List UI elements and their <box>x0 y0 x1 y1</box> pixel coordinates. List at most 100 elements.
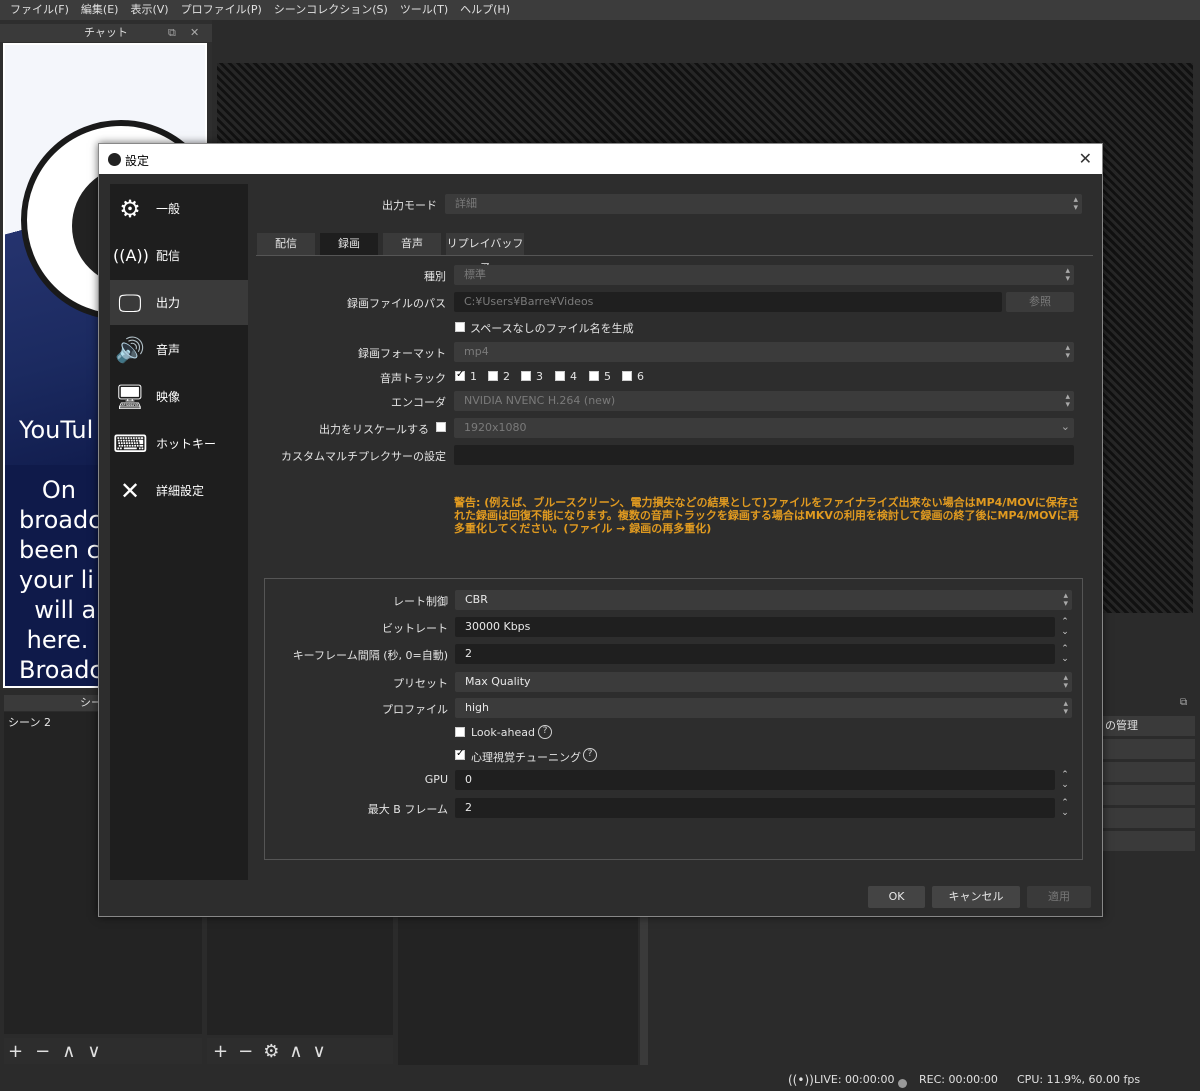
move-down-icon[interactable]: ∨ <box>87 1041 100 1062</box>
speaker-icon: 🔊 <box>115 335 145 364</box>
gear-icon[interactable]: ⚙ <box>263 1041 279 1062</box>
tab-recording[interactable]: 録画 <box>320 233 378 255</box>
updown-icon: ▴ ▾ <box>1073 195 1078 213</box>
encoder-select[interactable]: NVIDIA NVENC H.264 (new) ▴ ▾ <box>454 391 1074 411</box>
right-dock-item[interactable] <box>1103 808 1195 828</box>
monitor-icon: 🖥 <box>114 382 146 411</box>
gpu-input[interactable]: 0 <box>455 770 1055 790</box>
live-signal-icon: ((•)) <box>788 1073 814 1087</box>
bitrate-stepper[interactable]: ⌃ ⌄ <box>1057 617 1073 637</box>
tab-replay-buffer[interactable]: リプレイバッファ <box>446 233 524 272</box>
preset-label: プリセット <box>393 677 448 690</box>
menu-tools[interactable]: ツール(T) <box>394 0 454 20</box>
settings-sidebar: ⚙ 一般 ((A)) 配信 🖵 出力 🔊 音声 🖥 映像 ⌨ ホットキー ✕ 詳… <box>110 184 248 880</box>
browse-button[interactable]: 参照 <box>1006 292 1074 312</box>
gpu-label: GPU <box>424 773 448 786</box>
scene-toolbar: + − ∧ ∨ <box>4 1038 202 1064</box>
bframes-input[interactable]: 2 <box>455 798 1055 818</box>
track-5-checkbox[interactable] <box>589 371 599 381</box>
track-6-label: 6 <box>637 370 644 383</box>
type-select[interactable]: 標準 ▴ ▾ <box>454 265 1074 285</box>
psycho-visual-label: 心理視覚チューニング <box>471 751 581 764</box>
move-up-icon[interactable]: ∧ <box>289 1041 302 1062</box>
mixer-scrollbar[interactable] <box>640 915 648 1065</box>
psycho-visual-checkbox[interactable] <box>455 748 465 760</box>
menu-help[interactable]: ヘルプ(H) <box>454 0 516 20</box>
gear-icon: ⚙ <box>119 194 141 223</box>
gpu-stepper[interactable]: ⌃ ⌄ <box>1057 770 1073 790</box>
updown-icon: ▴ ▾ <box>1063 699 1068 717</box>
cancel-button[interactable]: キャンセル <box>932 886 1020 908</box>
tab-stream[interactable]: 配信 <box>257 233 315 255</box>
no-space-checkbox[interactable] <box>455 322 465 332</box>
help-icon[interactable]: ? <box>538 725 552 739</box>
help-icon[interactable]: ? <box>583 748 597 762</box>
right-dock-item[interactable] <box>1103 762 1195 782</box>
status-bar: ((•)) LIVE: 00:00:00 REC: 00:00:00 CPU: … <box>0 1068 1200 1091</box>
add-icon[interactable]: + <box>213 1041 228 1062</box>
close-dock-icon[interactable]: ✕ <box>190 24 199 42</box>
right-dock-item[interactable] <box>1103 831 1195 851</box>
sidebar-item-general[interactable]: ⚙ 一般 <box>110 186 248 231</box>
menu-edit[interactable]: 編集(E) <box>75 0 125 20</box>
tab-audio[interactable]: 音声 <box>383 233 441 255</box>
profile-select[interactable]: high ▴ ▾ <box>455 698 1072 718</box>
scene-list-item[interactable]: シーン 2 <box>4 714 98 732</box>
updown-icon: ▴ ▾ <box>1063 673 1068 691</box>
bitrate-input[interactable]: 30000 Kbps <box>455 617 1055 637</box>
rate-control-select[interactable]: CBR ▴ ▾ <box>455 590 1072 610</box>
track-3-label: 3 <box>536 370 543 383</box>
track-6-checkbox[interactable] <box>622 371 632 381</box>
source-toolbar: + − ⚙ ∧ ∨ <box>207 1038 393 1064</box>
ok-button[interactable]: OK <box>868 886 925 908</box>
close-icon[interactable]: ✕ <box>1079 149 1092 168</box>
menu-view[interactable]: 表示(V) <box>124 0 174 20</box>
track-1-checkbox[interactable] <box>455 369 465 381</box>
bframes-stepper[interactable]: ⌃ ⌄ <box>1057 798 1073 818</box>
right-dock-item[interactable] <box>1103 785 1195 805</box>
move-up-icon[interactable]: ∧ <box>62 1041 75 1062</box>
menu-profile[interactable]: プロファイル(P) <box>175 0 268 20</box>
bframes-label: 最大 B フレーム <box>367 803 448 816</box>
menu-file[interactable]: ファイル(F) <box>4 0 75 20</box>
remove-icon[interactable]: − <box>35 1041 50 1062</box>
settings-dialog: 設定 ✕ ⚙ 一般 ((A)) 配信 🖵 出力 🔊 音声 🖥 映像 ⌨ ホットキ… <box>98 143 1103 917</box>
lookahead-label: Look-ahead <box>471 726 535 739</box>
right-dock-item[interactable] <box>1103 739 1195 759</box>
muxer-settings-label: カスタムマルチプレクサーの設定 <box>281 450 446 463</box>
remove-icon[interactable]: − <box>238 1041 253 1062</box>
rescale-select[interactable]: 1920x1080 ⌄ <box>454 418 1074 438</box>
keyframe-input[interactable]: 2 <box>455 644 1055 664</box>
source-list[interactable] <box>207 915 393 1035</box>
keyframe-label: キーフレーム間隔 (秒, 0=自動) <box>292 649 448 662</box>
format-select[interactable]: mp4 ▴ ▾ <box>454 342 1074 362</box>
apply-button[interactable]: 適用 <box>1027 886 1091 908</box>
track-4-checkbox[interactable] <box>555 371 565 381</box>
move-down-icon[interactable]: ∨ <box>313 1041 326 1062</box>
track-2-checkbox[interactable] <box>488 371 498 381</box>
keyframe-stepper[interactable]: ⌃ ⌄ <box>1057 644 1073 664</box>
lookahead-checkbox[interactable] <box>455 727 465 737</box>
preset-select[interactable]: Max Quality ▴ ▾ <box>455 672 1072 692</box>
output-mode-select[interactable]: 詳細 ▴ ▾ <box>445 194 1082 214</box>
sidebar-item-advanced[interactable]: ✕ 詳細設定 <box>110 468 248 513</box>
float-dock-icon[interactable]: ⧉ <box>168 24 176 42</box>
muxer-settings-input[interactable] <box>454 445 1074 465</box>
sidebar-item-hotkeys[interactable]: ⌨ ホットキー <box>110 421 248 466</box>
add-icon[interactable]: + <box>8 1041 23 1062</box>
keyboard-icon: ⌨ <box>113 429 148 458</box>
sidebar-item-audio[interactable]: 🔊 音声 <box>110 327 248 372</box>
rescale-checkbox[interactable] <box>436 422 446 432</box>
rescale-label: 出力をリスケールする <box>319 423 429 436</box>
updown-icon: ▴ ▾ <box>1063 591 1068 609</box>
monitor-output-icon: 🖵 <box>118 288 142 317</box>
sidebar-item-stream[interactable]: ((A)) 配信 <box>110 233 248 278</box>
sidebar-item-output[interactable]: 🖵 出力 <box>110 280 248 325</box>
track-3-checkbox[interactable] <box>521 371 531 381</box>
menu-scene-collection[interactable]: シーンコレクション(S) <box>268 0 394 20</box>
recording-path-input[interactable]: C:¥Users¥Barre¥Videos <box>454 292 1002 312</box>
float-dock-icon[interactable]: ⧉ <box>1180 697 1187 708</box>
right-dock-item[interactable]: の管理 <box>1103 716 1195 736</box>
sidebar-item-video[interactable]: 🖥 映像 <box>110 374 248 419</box>
warning-text: 警告: (例えば、ブルースクリーン、電力損失などの結果として)ファイルをファイナ… <box>454 496 1079 535</box>
